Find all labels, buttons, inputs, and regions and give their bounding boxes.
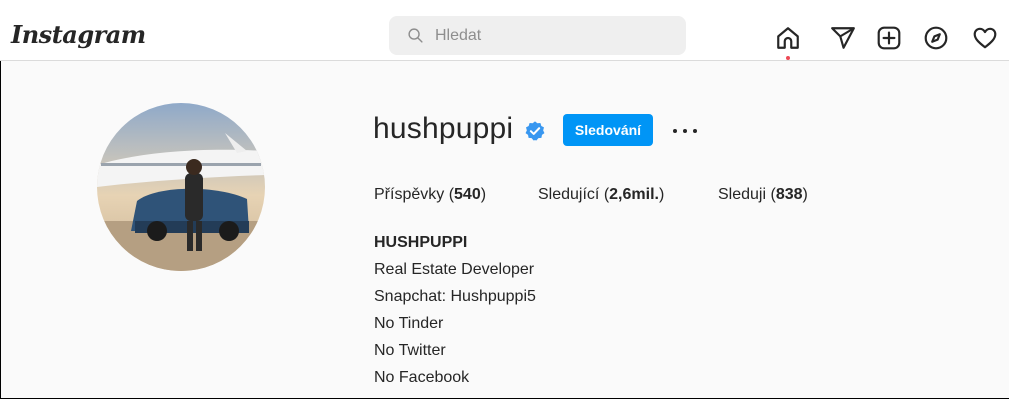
bio-line: Real Estate Developer [374,261,535,278]
bio-line: No Tinder [374,315,444,332]
posts-label: Příspěvky [374,186,445,203]
followers-count: 2,6mil. [609,186,659,203]
followers-label: Sledující [538,186,600,203]
more-dot-icon [693,129,697,133]
bio-line: No Facebook [374,369,470,386]
top-navigation-bar: Instagram [0,0,1009,61]
search-box[interactable] [389,16,686,55]
profile-username: hushpuppi [373,112,514,145]
following-label: Sleduji [718,186,767,203]
more-dot-icon [683,129,687,133]
bio-line: Snapchat: Hushpuppi5 [374,288,536,305]
verified-badge-icon [525,121,545,141]
search-icon [408,28,423,43]
posts-stat: Příspěvky (540) [374,186,487,203]
home-icon[interactable] [775,25,801,51]
bio-line: No Twitter [374,342,446,359]
home-active-indicator [786,56,790,60]
more-dot-icon [673,129,677,133]
more-options-button[interactable] [669,116,701,144]
profile-avatar[interactable] [97,103,265,271]
following-stat[interactable]: Sleduji (838) [718,186,808,204]
bio-full-name: HUSHPUPPI [374,234,468,251]
direct-message-icon[interactable] [830,25,856,51]
new-post-icon[interactable] [876,25,902,51]
search-input[interactable] [433,24,677,48]
explore-icon[interactable] [923,25,949,51]
followers-stat[interactable]: Sledující (2,6mil.) [538,186,664,204]
activity-icon[interactable] [972,25,998,51]
following-button[interactable]: Sledování [563,114,653,146]
posts-count: 540 [454,186,481,203]
following-count: 838 [775,186,803,203]
instagram-logo[interactable]: Instagram [11,20,146,49]
